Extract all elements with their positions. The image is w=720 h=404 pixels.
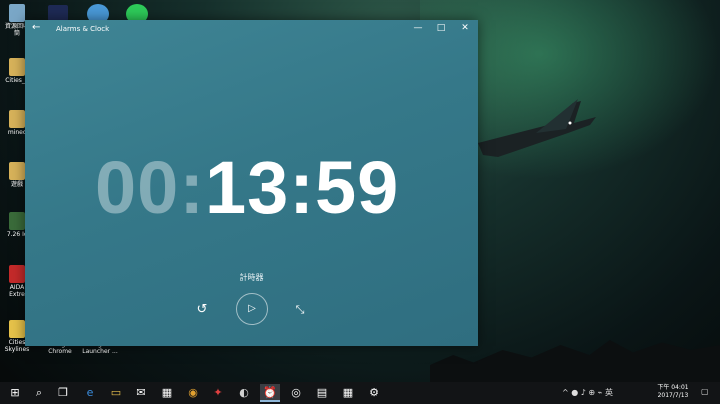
recycle-bin-icon: [9, 4, 25, 22]
title-bar: ← Alarms & Clock — □ ✕: [25, 20, 478, 38]
store-icon[interactable]: ▦: [157, 384, 177, 402]
maximize-button[interactable]: □: [431, 23, 451, 33]
timer-display: 00:13:59: [95, 145, 415, 245]
settings-gear-icon[interactable]: ⚙: [364, 384, 384, 402]
top-desktop-icon-mail[interactable]: [48, 5, 68, 21]
reset-icon[interactable]: ↺: [193, 301, 211, 319]
taskbar: ⊞ ⌕ ❐ e ▭ ✉ ▦ ◉ ✦ ◐ ⏰ ◎ ▤ ▦ ⚙ ^ ● ♪ ⊕ ⌁ …: [0, 382, 720, 404]
timer-separator: :: [289, 146, 315, 229]
clock-time: 下午 04:01: [657, 384, 689, 391]
folder-icon: [9, 58, 25, 76]
warning-shortcut-icon: [9, 320, 25, 338]
chrome-icon[interactable]: ◉: [183, 384, 203, 402]
system-tray-icons[interactable]: ^ ● ♪ ⊕ ⌁ 英: [562, 387, 613, 398]
clock-date: 2017/7/13: [657, 392, 689, 399]
groove-music-icon[interactable]: ◎: [286, 384, 306, 402]
timer-hours: 00: [95, 146, 180, 229]
folder-icon: [9, 110, 25, 128]
aida-icon: [9, 265, 25, 283]
timer-minutes: 13: [204, 146, 290, 229]
window-title: Alarms & Clock: [56, 25, 110, 33]
movies-icon[interactable]: ▤: [312, 384, 332, 402]
close-button[interactable]: ✕: [455, 23, 475, 33]
back-arrow-icon[interactable]: ←: [32, 22, 40, 33]
game-icon[interactable]: ✦: [208, 384, 228, 402]
folder-icon: [9, 162, 25, 180]
alarms-clock-taskbar-icon[interactable]: ⏰: [260, 384, 280, 402]
game-icon: [9, 212, 25, 230]
calculator-icon[interactable]: ▦: [338, 384, 358, 402]
notification-icon[interactable]: ▢: [701, 387, 709, 396]
start-button[interactable]: ⊞: [5, 384, 25, 402]
taskbar-clock[interactable]: 下午 04:01 2017/7/13: [655, 384, 691, 400]
timer-label: 計時器: [239, 273, 264, 282]
compact-view-icon[interactable]: ⤡: [292, 302, 308, 318]
file-explorer-icon[interactable]: ▭: [106, 384, 126, 402]
task-view-icon[interactable]: ❐: [53, 384, 73, 402]
timer-separator: :: [179, 146, 205, 229]
play-button[interactable]: ▷: [236, 293, 268, 325]
mail-icon[interactable]: ✉: [131, 384, 151, 402]
edge-icon[interactable]: e: [80, 384, 100, 402]
search-icon[interactable]: ⌕: [29, 384, 49, 402]
paint-icon[interactable]: ◐: [234, 384, 254, 402]
minimize-button[interactable]: —: [408, 23, 428, 33]
play-icon: ▷: [248, 303, 256, 314]
timer-seconds: 59: [314, 146, 400, 229]
alarms-clock-window: ← Alarms & Clock — □ ✕ 00:13:59 計時器 ↺ ▷ …: [25, 20, 478, 346]
airplane-wallpaper: [478, 99, 596, 157]
